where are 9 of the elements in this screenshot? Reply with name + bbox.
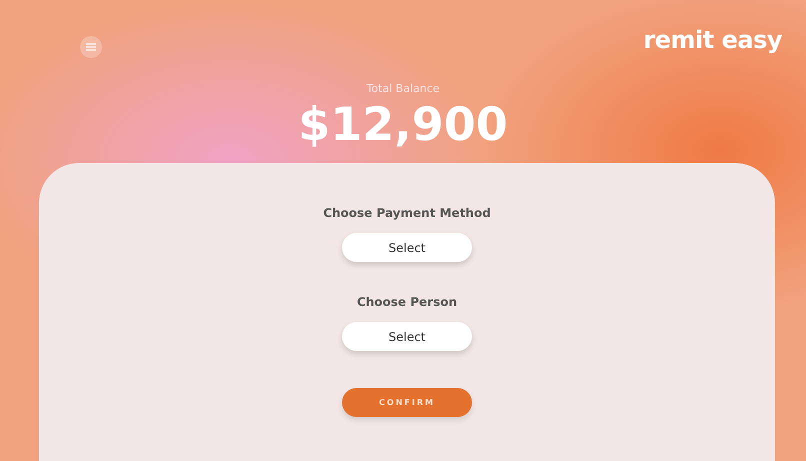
- select-field[interactable]: Select: [342, 322, 472, 351]
- brand-logo: remit easy: [643, 26, 782, 54]
- menu-button[interactable]: [80, 36, 102, 58]
- balance-label: Total Balance: [366, 82, 440, 95]
- balance-amount: $12,900: [298, 96, 508, 153]
- field-label: Choose Person: [356, 295, 458, 309]
- menu-icon: [86, 43, 96, 51]
- field-label: Choose Payment Method: [323, 206, 491, 220]
- select-field[interactable]: Select: [342, 233, 472, 262]
